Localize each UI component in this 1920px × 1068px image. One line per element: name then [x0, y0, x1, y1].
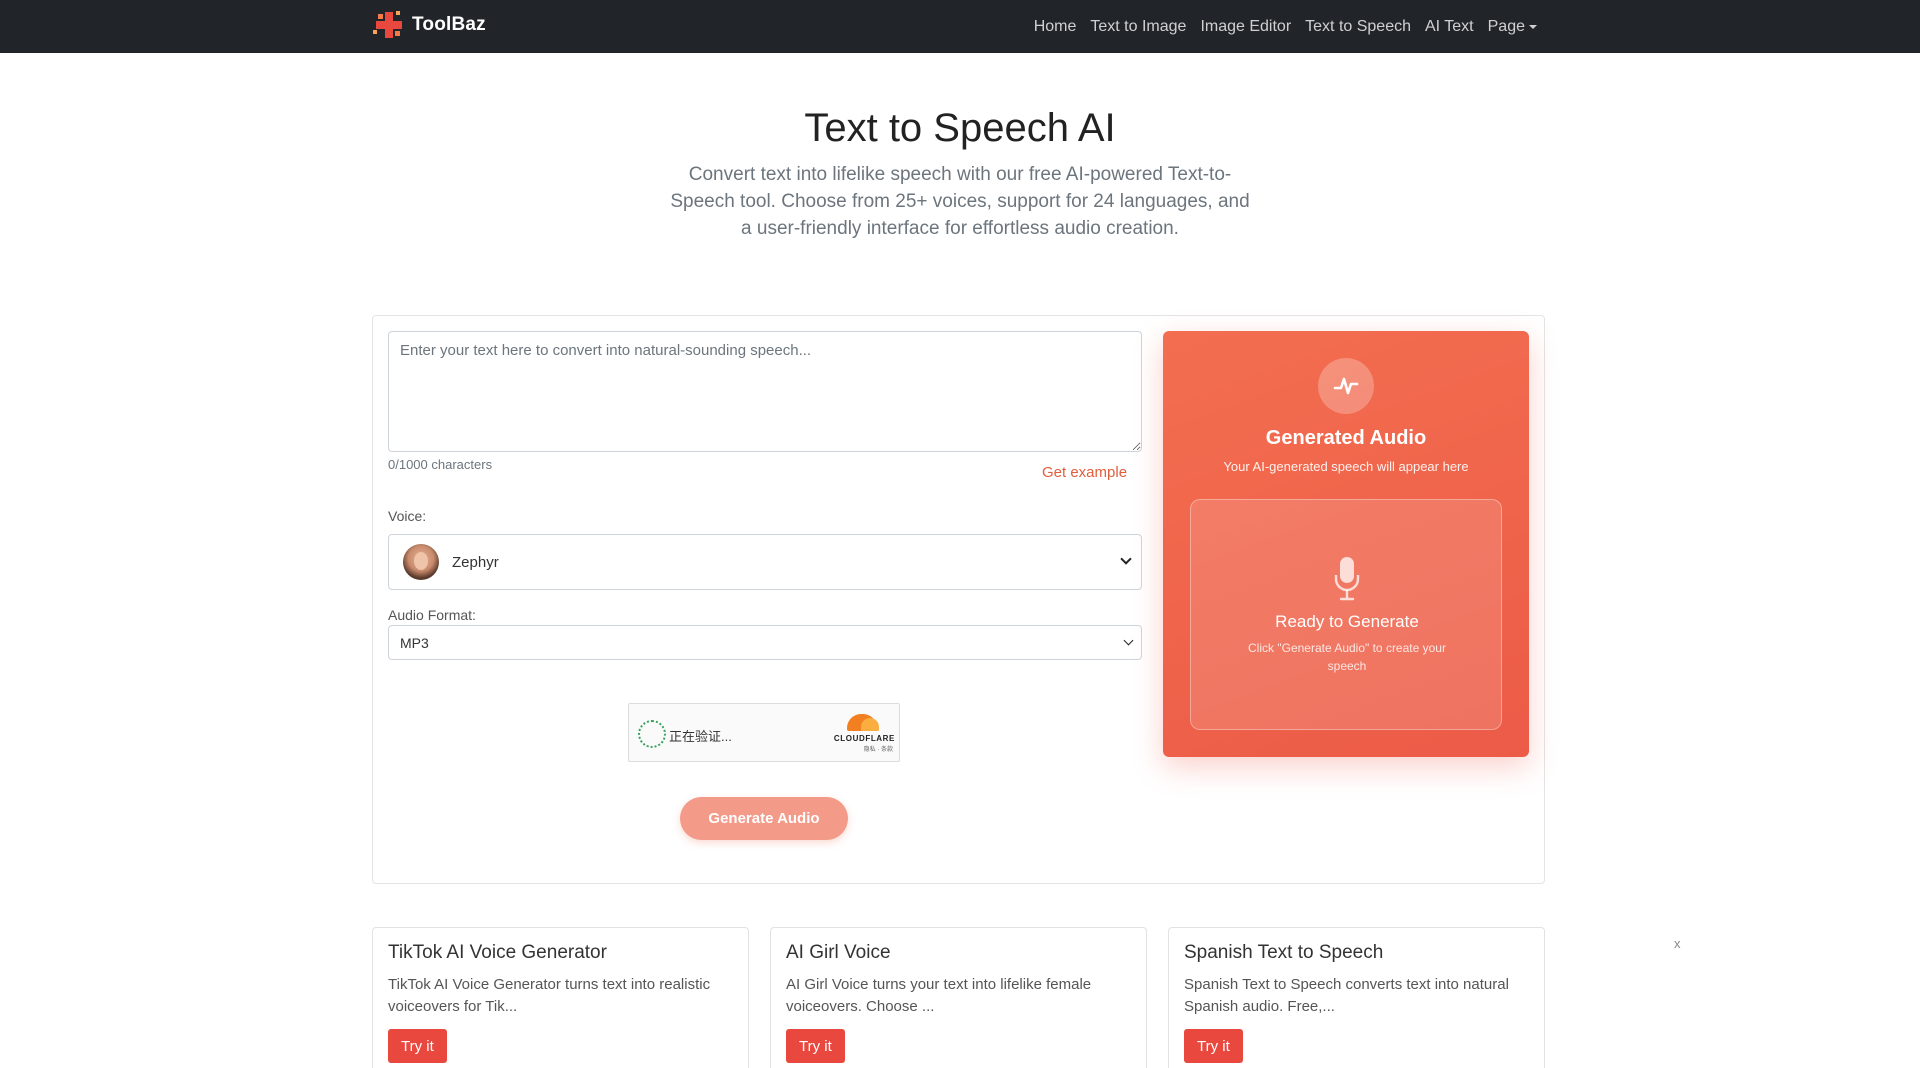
ready-title: Ready to Generate	[1275, 612, 1419, 631]
nav-link-image-editor[interactable]: Image Editor	[1200, 18, 1291, 36]
tool-card-description: AI Girl Voice turns your text into lifel…	[786, 976, 1092, 1015]
nav-links: Home Text to Image Image Editor Text to …	[1034, 0, 1537, 53]
audio-format-label: Audio Format:	[388, 607, 476, 623]
microphone-icon	[1334, 557, 1360, 601]
nav-link-text-to-image[interactable]: Text to Image	[1090, 18, 1186, 36]
page-description: Convert text into lifelike speech with o…	[670, 164, 1250, 239]
chevron-down-icon	[1123, 635, 1134, 646]
nav-link-ai-text[interactable]: AI Text	[1425, 18, 1474, 36]
captcha-status: 正在验证...	[669, 729, 732, 744]
page-title: Text to Speech AI	[804, 106, 1116, 150]
top-navbar: ToolBaz Home Text to Image Image Editor …	[0, 0, 1920, 53]
captcha-privacy-terms-links[interactable]: 隐私 · 条款	[825, 744, 893, 753]
tool-card-ai-girl-voice: AI Girl Voice AI Girl Voice turns your t…	[770, 927, 1147, 1068]
tool-card-title: TikTok AI Voice Generator	[388, 942, 607, 963]
tool-card-description: Spanish Text to Speech converts text int…	[1184, 976, 1509, 1015]
text-input[interactable]	[388, 331, 1142, 452]
cloudflare-logo: CLOUDFLARE 隐私 · 条款	[825, 714, 895, 753]
tool-card-description: TikTok AI Voice Generator turns text int…	[388, 976, 711, 1015]
voice-select[interactable]: Zephyr	[388, 534, 1142, 590]
voice-label: Voice:	[388, 508, 427, 524]
nav-link-home[interactable]: Home	[1034, 18, 1077, 36]
get-example-link[interactable]: Get example	[1042, 464, 1127, 481]
generated-audio-title: Generated Audio	[1265, 427, 1427, 449]
cloudflare-captcha-widget[interactable]: 正在验证... CLOUDFLARE 隐私 · 条款	[628, 703, 900, 762]
tool-card-spanish-tts: Spanish Text to Speech Spanish Text to S…	[1168, 927, 1545, 1068]
try-it-button[interactable]: Try it	[1184, 1029, 1243, 1063]
tool-card-title: AI Girl Voice	[786, 942, 891, 963]
generated-audio-subtitle: Your AI-generated speech will appear her…	[1223, 459, 1469, 474]
character-counter: 0/1000 characters	[388, 457, 493, 472]
audio-format-select[interactable]: MP3	[388, 625, 1142, 660]
brand-home-link[interactable]: ToolBaz	[372, 8, 486, 42]
cloudflare-wordmark: CLOUDFLARE	[833, 734, 895, 743]
waveform-icon	[1333, 377, 1359, 395]
close-ad-button[interactable]: x	[1674, 936, 1681, 951]
voice-avatar	[403, 544, 439, 580]
toolbaz-logo-icon	[373, 11, 402, 38]
nav-link-text-to-speech[interactable]: Text to Speech	[1305, 18, 1411, 36]
cloudflare-cloud-highlight	[861, 718, 879, 731]
audio-icon-badge	[1318, 358, 1374, 414]
generated-audio-panel: Generated Audio Your AI-generated speech…	[1163, 331, 1529, 757]
try-it-button[interactable]: Try it	[786, 1029, 845, 1063]
audio-format-value: MP3	[400, 635, 429, 651]
caret-down-icon	[1529, 25, 1537, 29]
ready-placeholder: Ready to Generate Click "Generate Audio"…	[1190, 499, 1502, 730]
loading-spinner-icon	[638, 720, 666, 748]
voice-selected-value: Zephyr	[452, 554, 499, 571]
avatar-face	[414, 552, 428, 570]
nav-dropdown-page-label: Page	[1487, 17, 1525, 35]
try-it-button[interactable]: Try it	[388, 1029, 447, 1063]
brand-name: ToolBaz	[412, 14, 486, 35]
chevron-down-icon	[1120, 553, 1132, 565]
nav-dropdown-page[interactable]: Page	[1488, 18, 1537, 36]
generate-audio-button[interactable]: Generate Audio	[680, 797, 848, 840]
tool-card-tiktok-voice: TikTok AI Voice Generator TikTok AI Voic…	[372, 927, 749, 1068]
tool-card-title: Spanish Text to Speech	[1184, 942, 1384, 963]
ready-subtitle: Click "Generate Audio" to create your sp…	[1248, 641, 1446, 673]
